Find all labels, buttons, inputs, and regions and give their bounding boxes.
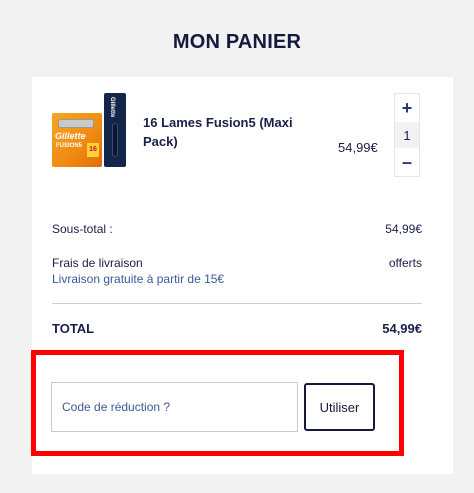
box-brand: Gillette	[109, 97, 115, 118]
cart-item: Gillette FUSION5 16 Gillette 16 Lames Fu…	[52, 93, 432, 183]
blade-icon	[58, 119, 94, 128]
quantity-value: 1	[395, 122, 419, 148]
total-row: TOTAL 54,99€	[52, 321, 422, 336]
pack-product-line: FUSION5	[56, 143, 83, 149]
page-title: MON PANIER	[172, 31, 302, 53]
razor-handle-icon	[112, 123, 118, 157]
total-value: 54,99€	[382, 321, 422, 336]
shipping-row: Frais de livraison offerts Livraison gra…	[52, 256, 422, 286]
product-name[interactable]: 16 Lames Fusion5 (Maxi Pack)	[143, 113, 303, 151]
pack-brand: Gillette	[55, 131, 86, 141]
product-image[interactable]: Gillette FUSION5 16 Gillette	[52, 93, 134, 183]
pack-count-badge: 16	[87, 143, 99, 157]
subtotal-value: 54,99€	[385, 222, 422, 236]
apply-code-button[interactable]: Utiliser	[304, 383, 375, 431]
shipping-note: Livraison gratuite à partir de 15€	[52, 272, 225, 286]
subtotal-row: Sous-total : 54,99€	[52, 222, 422, 236]
discount-code-input[interactable]: Code de réduction ?	[51, 382, 298, 432]
decrease-quantity-button[interactable]: –	[395, 148, 419, 176]
shipping-label: Frais de livraison	[52, 256, 143, 270]
razor-box-image: Gillette	[104, 93, 126, 167]
product-price: 54,99€	[338, 140, 378, 155]
blade-pack-image: Gillette FUSION5 16	[52, 113, 102, 167]
increase-quantity-button[interactable]: +	[395, 94, 419, 122]
subtotal-label: Sous-total :	[52, 222, 113, 236]
quantity-stepper: + 1 –	[394, 93, 420, 177]
shipping-value: offerts	[388, 256, 422, 270]
summary-divider	[52, 303, 422, 304]
total-label: TOTAL	[52, 321, 95, 336]
